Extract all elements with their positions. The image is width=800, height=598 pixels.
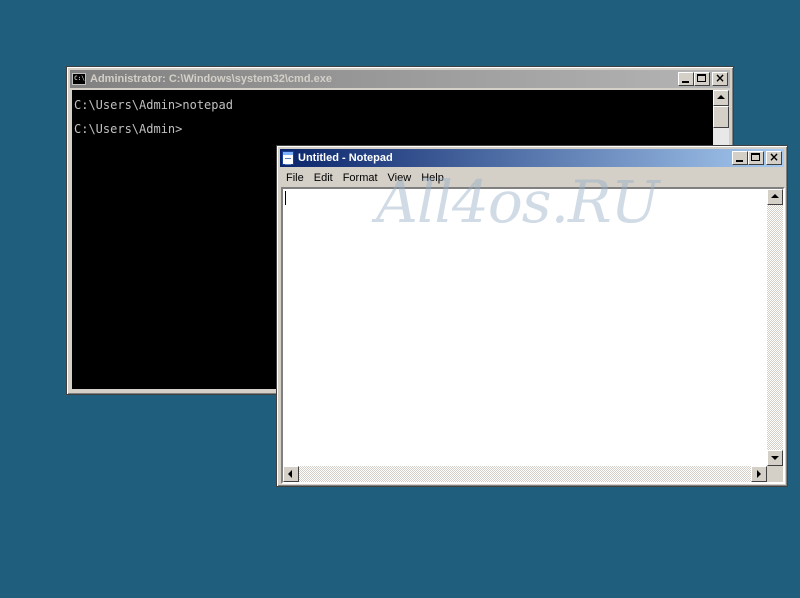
minimize-button[interactable] — [732, 151, 748, 165]
close-button[interactable]: × — [766, 150, 782, 165]
arrow-left-icon — [288, 470, 292, 478]
scroll-up-button[interactable] — [713, 90, 729, 106]
arrow-up-icon — [771, 194, 779, 198]
cmd-title: Administrator: C:\Windows\system32\cmd.e… — [90, 73, 332, 85]
minimize-button[interactable] — [678, 72, 694, 86]
close-button[interactable]: × — [712, 71, 728, 86]
cmd-icon: C:\ — [72, 73, 86, 85]
scroll-thumb[interactable] — [713, 106, 729, 128]
maximize-button[interactable] — [694, 72, 710, 86]
notepad-titlebar[interactable]: Untitled - Notepad × — [280, 149, 784, 167]
menu-file[interactable]: File — [281, 169, 309, 187]
arrow-right-icon — [757, 470, 761, 478]
cmd-titlebar[interactable]: C:\ Administrator: C:\Windows\system32\c… — [70, 70, 730, 88]
menu-bar: File Edit Format View Help — [281, 168, 783, 188]
text-caret — [285, 191, 286, 205]
console-line: C:\Users\Admin>notepad — [74, 98, 233, 112]
scrollbar-corner — [767, 466, 783, 482]
menu-edit[interactable]: Edit — [309, 169, 338, 187]
menu-help[interactable]: Help — [416, 169, 449, 187]
notepad-title: Untitled - Notepad — [298, 152, 393, 164]
minimize-icon — [682, 81, 689, 83]
scroll-down-button[interactable] — [767, 450, 783, 466]
maximize-button[interactable] — [748, 151, 764, 165]
scroll-right-button[interactable] — [751, 466, 767, 482]
menu-view[interactable]: View — [383, 169, 417, 187]
scroll-up-button[interactable] — [767, 189, 783, 205]
editor-horizontal-scrollbar[interactable] — [283, 466, 767, 482]
minimize-icon — [736, 160, 743, 162]
menu-format[interactable]: Format — [338, 169, 383, 187]
arrow-down-icon — [771, 456, 779, 460]
close-icon: × — [768, 150, 780, 164]
console-line: C:\Users\Admin> — [74, 122, 183, 136]
editor-frame — [281, 187, 785, 484]
text-editor[interactable] — [283, 189, 767, 466]
maximize-icon — [697, 74, 706, 82]
editor-vertical-scrollbar[interactable] — [767, 189, 783, 466]
maximize-icon — [751, 153, 760, 161]
notepad-window[interactable]: Untitled - Notepad × File Edit Format Vi… — [276, 145, 788, 487]
arrow-up-icon — [717, 95, 725, 99]
close-icon: × — [714, 71, 726, 85]
notepad-icon — [282, 151, 294, 165]
scroll-left-button[interactable] — [283, 466, 299, 482]
